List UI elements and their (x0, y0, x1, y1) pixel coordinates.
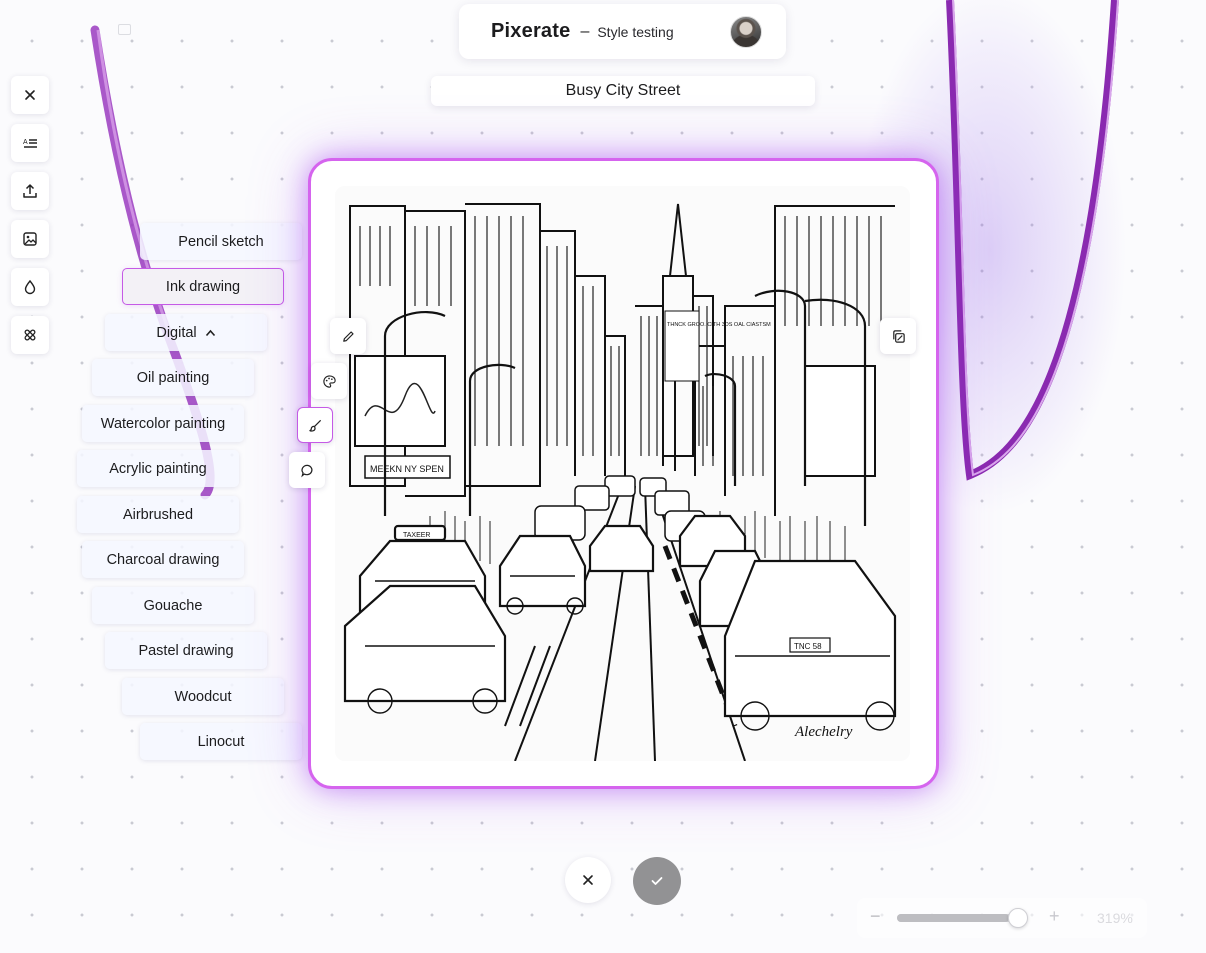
left-sign-text: MEEKN NY SPEN (370, 464, 444, 474)
pen-tool-button[interactable] (330, 318, 366, 354)
zoom-level: 319% (1097, 910, 1133, 926)
zoom-slider-thumb[interactable] (1008, 908, 1028, 928)
palette-icon (322, 374, 336, 388)
prompt-input[interactable]: Busy City Street (431, 76, 815, 106)
text-settings-button[interactable]: A (11, 124, 49, 162)
comment-icon (300, 464, 313, 477)
plate-text: TNC 58 (794, 642, 822, 651)
style-label: Gouache (143, 597, 203, 614)
palette-tool-button[interactable] (311, 363, 347, 399)
image-icon (23, 232, 37, 246)
magic-wand-icon (24, 329, 36, 341)
title-separator: – (580, 22, 590, 40)
user-avatar[interactable] (730, 16, 762, 48)
style-item-oil-painting[interactable]: Oil painting (92, 359, 254, 396)
style-label: Acrylic painting (109, 460, 207, 477)
drop-icon (24, 279, 36, 295)
style-item-charcoal[interactable]: Charcoal drawing (82, 541, 244, 578)
image-signature: Alechelry (794, 724, 853, 740)
style-item-pencil-sketch[interactable]: Pencil sketch (140, 223, 302, 260)
style-item-woodcut[interactable]: Woodcut (122, 678, 284, 715)
style-group-digital[interactable]: Digital (105, 314, 267, 351)
comment-tool-button[interactable] (289, 452, 325, 488)
style-item-acrylic[interactable]: Acrylic painting (77, 450, 239, 487)
confirm-button[interactable] (633, 857, 681, 905)
purple-curve-decoration (946, 0, 1119, 481)
style-label: Woodcut (174, 688, 232, 705)
close-icon (25, 90, 35, 100)
zoom-out-button[interactable]: − (870, 906, 881, 927)
style-label: Pencil sketch (178, 233, 264, 250)
pen-icon (342, 330, 354, 342)
style-label: Pastel drawing (138, 642, 234, 659)
style-label: Linocut (197, 733, 245, 750)
style-item-ink-drawing[interactable]: Ink drawing (122, 268, 284, 305)
style-label: Ink drawing (165, 278, 241, 295)
purple-streak-decoration (90, 25, 215, 500)
upload-button[interactable] (11, 172, 49, 210)
upload-icon (23, 184, 37, 198)
app-name: Pixerate (491, 20, 571, 42)
city-street-illustration: MEEKN NY SPEN THNCK GROO. CITH 3DS OAL C… (335, 186, 910, 761)
window-icon (118, 24, 131, 35)
style-label: Watercolor painting (100, 415, 226, 432)
text-align-icon: A (23, 139, 37, 148)
style-item-watercolor[interactable]: Watercolor painting (82, 405, 244, 442)
style-label: Airbrushed (122, 506, 194, 523)
copy-image-icon (892, 329, 905, 343)
brush-icon (308, 419, 321, 432)
prompt-text: Busy City Street (565, 82, 681, 99)
effects-button[interactable] (11, 316, 49, 354)
svg-text:A: A (23, 139, 28, 146)
page-subtitle: Style testing (597, 23, 674, 40)
style-item-linocut[interactable]: Linocut (140, 723, 302, 760)
copy-image-button[interactable] (880, 318, 916, 354)
style-label: Digital (156, 324, 197, 341)
cancel-button[interactable] (565, 857, 611, 903)
generated-image[interactable]: MEEKN NY SPEN THNCK GROO. CITH 3DS OAL C… (335, 186, 910, 761)
style-label: Oil painting (136, 369, 210, 386)
center-sign-text: THNCK GROO. CITH 3DS OAL CIASTSM (667, 322, 771, 328)
close-icon (583, 875, 593, 885)
style-item-pastel[interactable]: Pastel drawing (105, 632, 267, 669)
brush-tool-button[interactable] (297, 407, 333, 443)
chevron-up-icon (205, 329, 215, 336)
style-item-gouache[interactable]: Gouache (92, 587, 254, 624)
check-icon (651, 877, 663, 885)
app-header: Pixerate – Style testing (459, 4, 786, 59)
zoom-in-button[interactable]: + (1049, 906, 1060, 927)
color-drop-button[interactable] (11, 268, 49, 306)
close-button[interactable] (11, 76, 49, 114)
style-item-airbrushed[interactable]: Airbrushed (77, 496, 239, 533)
style-label: Charcoal drawing (106, 551, 220, 568)
image-button[interactable] (11, 220, 49, 258)
zoom-slider-fill (897, 914, 1009, 922)
taxi-sign-text: TAXEER (403, 532, 431, 539)
